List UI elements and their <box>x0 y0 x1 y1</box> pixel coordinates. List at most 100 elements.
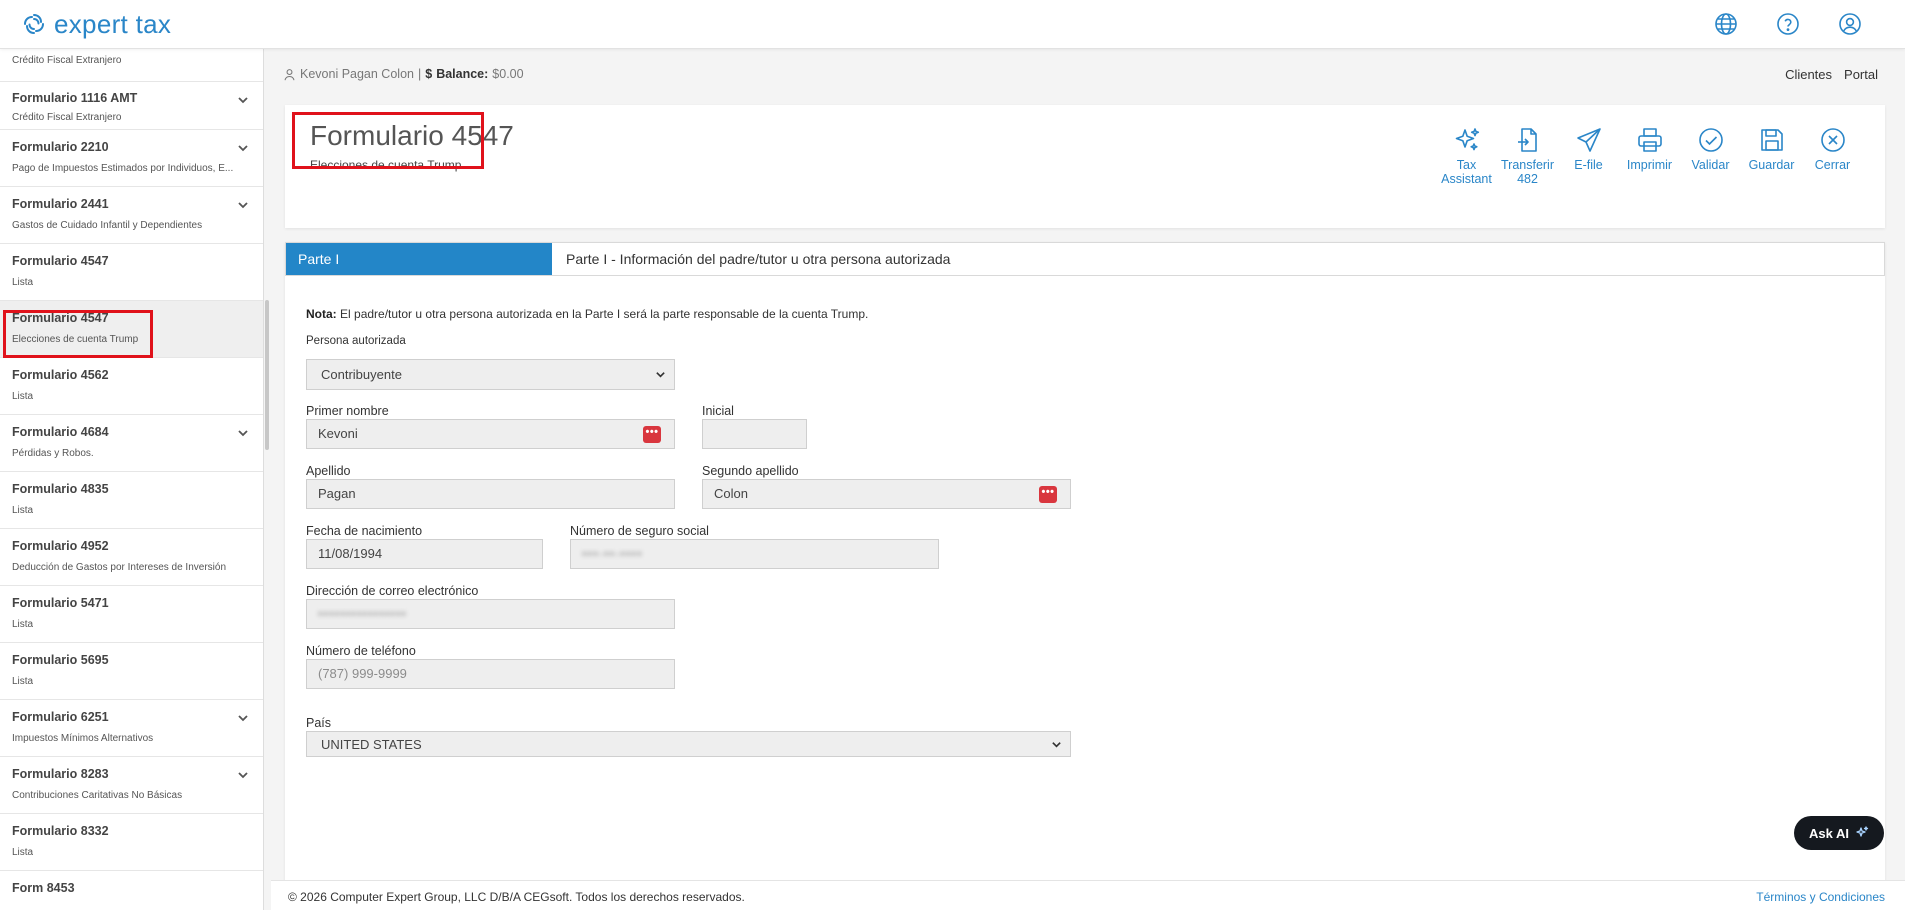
action-toolbar: Tax Assistant Transferir 482 E-file Impr… <box>1436 125 1863 186</box>
sidebar-item-title: Formulario 4952 <box>12 539 109 553</box>
chevron-down-icon[interactable] <box>237 199 249 211</box>
sidebar-item[interactable]: Formulario 8283 Contribuciones Caritativa… <box>0 757 263 814</box>
segundo-apellido-label: Segundo apellido <box>702 464 799 478</box>
ask-ai-label: Ask AI <box>1809 825 1849 841</box>
clients-link[interactable]: Clientes <box>1785 67 1832 82</box>
user-circle-icon[interactable] <box>1837 11 1863 37</box>
chevron-down-icon[interactable] <box>237 427 249 439</box>
breadcrumb: Kevoni Pagan Colon | $ Balance: $0.00 <box>283 67 524 81</box>
persona-autorizada-select[interactable]: Contribuyente <box>306 359 675 390</box>
email-label: Dirección de correo electrónico <box>306 584 479 598</box>
tab-bar: Parte I Parte I - Información del padre/… <box>285 242 1885 276</box>
main-area: Kevoni Pagan Colon | $ Balance: $0.00 Cl… <box>271 49 1905 910</box>
sidebar-item[interactable]: Formulario 4547 Elecciones de cuenta Trum… <box>0 301 263 358</box>
logo[interactable]: expert tax <box>22 9 171 40</box>
segundo-apellido-field[interactable]: Colon ••• <box>702 479 1071 509</box>
tab-parte-1[interactable]: Parte I <box>286 243 552 275</box>
portal-link[interactable]: Portal <box>1844 67 1878 82</box>
sidebar-item-subtitle: Crédito Fiscal Extranjero <box>12 112 122 123</box>
balance-value: $0.00 <box>492 67 524 81</box>
fecha-nacimiento-field[interactable]: 11/08/1994 <box>306 539 543 569</box>
sidebar-item-title: Form 8453 <box>12 881 75 895</box>
sidebar-item-subtitle: Crédito Fiscal Extranjero <box>12 55 122 66</box>
sidebar-item[interactable]: Form 8453 <box>0 871 263 910</box>
sidebar-item-title: Formulario 8332 <box>12 824 109 838</box>
sidebar-item-subtitle: Lista <box>12 847 34 858</box>
currency-symbol: $ <box>425 67 433 81</box>
sidebar-item[interactable]: Formulario 1116 AMT Crédito Fiscal Extran… <box>0 82 263 130</box>
sidebar-item[interactable]: Formulario 6251 Impuestos Mínimos Alterna… <box>0 700 263 757</box>
note-body: El padre/tutor u otra persona autorizada… <box>340 307 869 321</box>
imprimir-button[interactable]: Imprimir <box>1619 125 1680 186</box>
guardar-button[interactable]: Guardar <box>1741 125 1802 186</box>
transferir-482-button[interactable]: Transferir 482 <box>1497 125 1558 186</box>
validar-label: Validar <box>1691 158 1730 172</box>
sidebar-item-title: Formulario 2210 <box>12 140 109 154</box>
sidebar-item-subtitle: Pago de Impuestos Estimados por Individu… <box>12 163 234 174</box>
pais-select[interactable]: UNITED STATES <box>306 731 1071 757</box>
chevron-down-icon[interactable] <box>237 142 249 154</box>
sidebar-item[interactable]: Formulario 4547 Lista <box>0 244 263 301</box>
copyright-text: © 2026 Computer Expert Group, LLC D/B/A … <box>288 890 745 904</box>
chevron-down-icon <box>656 372 665 378</box>
sidebar-item-subtitle: Elecciones de cuenta Trump <box>12 334 139 345</box>
chevron-down-icon[interactable] <box>237 94 249 106</box>
sidebar-item[interactable]: Formulario 2441 Gastos de Cuidado Infanti… <box>0 187 263 244</box>
telefono-field[interactable]: (787) 999-9999 <box>306 659 675 689</box>
tax-assistant-button[interactable]: Tax Assistant <box>1436 125 1497 186</box>
save-icon <box>1760 129 1783 151</box>
top-bar: expert tax <box>0 0 1905 49</box>
sidebar-item[interactable]: Formulario 4562 Lista <box>0 358 263 415</box>
sidebar-item-subtitle: Impuestos Mínimos Alternativos <box>12 733 154 744</box>
sidebar-item[interactable]: Formulario 4684 Pérdidas y Robos. <box>0 415 263 472</box>
sidebar-item[interactable]: Formulario 5471 Lista <box>0 586 263 643</box>
sidebar-item-title: Formulario 4562 <box>12 368 109 382</box>
client-name[interactable]: Kevoni Pagan Colon <box>300 67 414 81</box>
sidebar-item-title: Formulario 8283 <box>12 767 109 781</box>
ask-ai-button[interactable]: Ask AI <box>1794 816 1884 850</box>
tax-assistant-label-2: Assistant <box>1441 172 1492 186</box>
sidebar-item-subtitle: Lista <box>12 391 34 402</box>
help-circle-icon[interactable] <box>1775 11 1801 37</box>
pais-label: País <box>306 716 332 730</box>
balance-label: Balance: <box>436 67 489 81</box>
email-field[interactable]: •••••••••••••••• <box>306 599 675 629</box>
sidebar-item[interactable]: Formulario 2210 Pago de Impuestos Estimad… <box>0 130 263 187</box>
primer-nombre-field[interactable]: Kevoni ••• <box>306 419 675 449</box>
segundo-apellido-value: Colon <box>714 486 748 501</box>
apellido-field[interactable]: Pagan <box>306 479 675 509</box>
efile-button[interactable]: E-file <box>1558 125 1619 186</box>
validar-button[interactable]: Validar <box>1680 125 1741 186</box>
guardar-label: Guardar <box>1748 158 1795 172</box>
imprimir-label: Imprimir <box>1626 158 1673 172</box>
more-options-button[interactable]: ••• <box>1039 486 1057 503</box>
chevron-down-icon <box>1052 742 1061 748</box>
brand-name: expert tax <box>54 8 172 39</box>
pais-value: UNITED STATES <box>321 737 422 752</box>
globe-icon[interactable] <box>1713 11 1739 37</box>
terms-link[interactable]: Términos y Condiciones <box>1756 890 1885 904</box>
sidebar-item-subtitle: Gastos de Cuidado Infantil y Dependiente… <box>12 220 203 231</box>
sidebar-item-subtitle: Contribuciones Caritativas No Básicas <box>12 790 183 801</box>
sparkle-icon <box>1856 826 1869 837</box>
chevron-down-icon[interactable] <box>237 769 249 781</box>
email-value: •••••••••••••••• <box>318 606 407 621</box>
ssn-label: Número de seguro social <box>570 524 709 538</box>
sidebar-item[interactable]: Formulario 4952 Deducción de Gastos por I… <box>0 529 263 586</box>
sidebar-item[interactable]: Formulario 4835 Lista <box>0 472 263 529</box>
sidebar-item-title: Formulario 4547 <box>12 311 109 325</box>
sidebar-item[interactable]: Formulario 5695 Lista <box>0 643 263 700</box>
cerrar-button[interactable]: Cerrar <box>1802 125 1863 186</box>
sidebar-item-title: Formulario 4835 <box>12 482 109 496</box>
sidebar-item[interactable]: Crédito Fiscal Extranjero <box>0 49 263 82</box>
sidebar-scrollbar[interactable] <box>265 300 269 450</box>
note-label: Nota: <box>306 307 337 321</box>
chevron-down-icon[interactable] <box>237 712 249 724</box>
send-icon <box>1576 128 1601 152</box>
persona-autorizada-value: Contribuyente <box>321 367 402 382</box>
more-options-button[interactable]: ••• <box>643 426 661 443</box>
ssn-field[interactable]: •••-••-•••• <box>570 539 939 569</box>
inicial-field[interactable] <box>702 419 807 449</box>
sidebar-item[interactable]: Formulario 8332 Lista <box>0 814 263 871</box>
primer-nombre-label: Primer nombre <box>306 404 389 418</box>
